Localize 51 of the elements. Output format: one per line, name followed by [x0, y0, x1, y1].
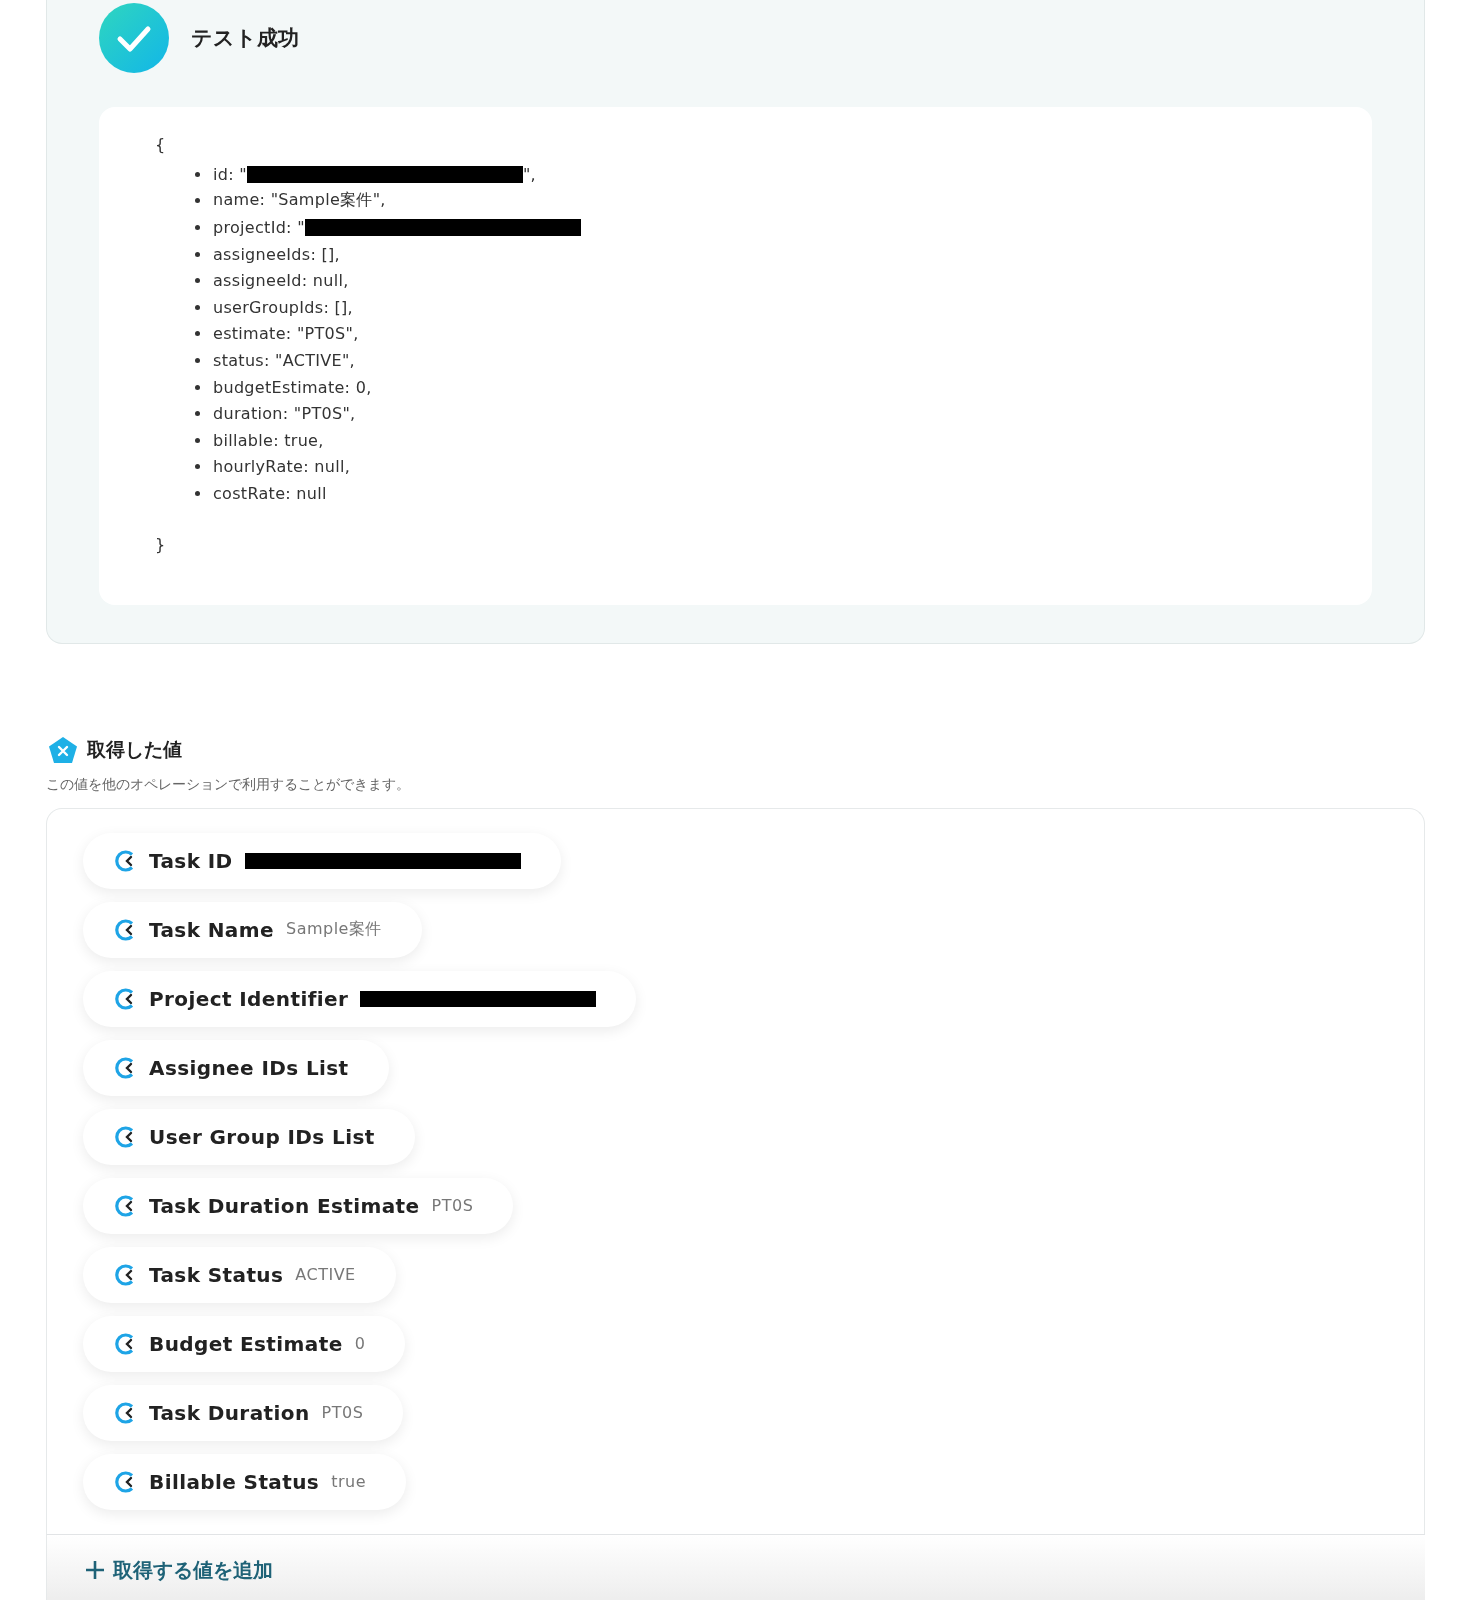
chip-value: PT0S [431, 1196, 474, 1216]
variable-icon [48, 735, 78, 764]
open-brace: { [155, 135, 166, 154]
chip-value: PT0S [321, 1403, 364, 1423]
value-chip[interactable]: Task Status ACTIVE [83, 1246, 396, 1303]
value-chip[interactable]: User Group IDs List [83, 1108, 415, 1165]
plus-icon [85, 1560, 105, 1581]
value-chip[interactable]: Billable Status true [83, 1453, 406, 1510]
bullet-icon [195, 437, 200, 443]
value-chip[interactable]: Task Duration PT0S [83, 1384, 404, 1441]
section-description: この値を他のオペレーションで利用することができます。 [46, 775, 411, 794]
chip-value: true [331, 1472, 366, 1492]
bullet-icon [195, 278, 200, 284]
json-line-end: ", [522, 164, 536, 184]
bullet-icon [195, 331, 200, 337]
value-chip[interactable]: Task ID [83, 832, 561, 889]
value-chip[interactable]: Project Identifier [83, 970, 637, 1027]
json-line: assigneeIds: [], [213, 244, 340, 264]
json-line: budgetEstimate: 0, [213, 377, 372, 397]
json-line: costRate: null [213, 483, 327, 503]
bullet-icon [195, 225, 200, 230]
bullet-icon [195, 198, 200, 204]
bullet-icon [195, 171, 200, 177]
add-value-button[interactable]: 取得する値を追加 [85, 1556, 273, 1584]
bullet-icon [195, 251, 200, 257]
json-line: projectId: " [213, 218, 305, 237]
bullet-icon [195, 411, 200, 417]
close-brace: } [155, 534, 166, 554]
json-line: hourlyRate: null, [213, 457, 351, 477]
json-line: billable: true, [213, 430, 324, 450]
bullet-icon [195, 384, 200, 390]
json-line: name: "Sample案件", [213, 190, 386, 212]
value-chip[interactable]: Assignee IDs List [83, 1039, 389, 1096]
chip-value: 0 [354, 1334, 366, 1354]
chip-value: Sample案件 [285, 919, 382, 941]
value-chip[interactable]: Budget Estimate 0 [83, 1315, 406, 1372]
bullet-icon [195, 357, 200, 363]
value-chip[interactable]: Task Duration Estimate PT0S [83, 1177, 514, 1234]
bullet-icon [195, 464, 200, 470]
chip-value: ACTIVE [295, 1265, 356, 1285]
value-chip[interactable]: Task Name Sample案件 [83, 901, 422, 958]
json-line: assigneeId: null, [213, 271, 349, 291]
json-line: status: "ACTIVE", [213, 350, 355, 370]
bullet-icon [195, 304, 200, 310]
json-line: estimate: "PT0S", [213, 324, 359, 344]
bullet-icon [195, 490, 200, 496]
json-line: userGroupIds: [], [213, 297, 353, 317]
status-title: テスト成功 [191, 25, 299, 52]
section-title: 取得した値 [87, 736, 182, 762]
json-line: id: " [213, 164, 247, 184]
json-line: duration: "PT0S", [213, 404, 356, 424]
